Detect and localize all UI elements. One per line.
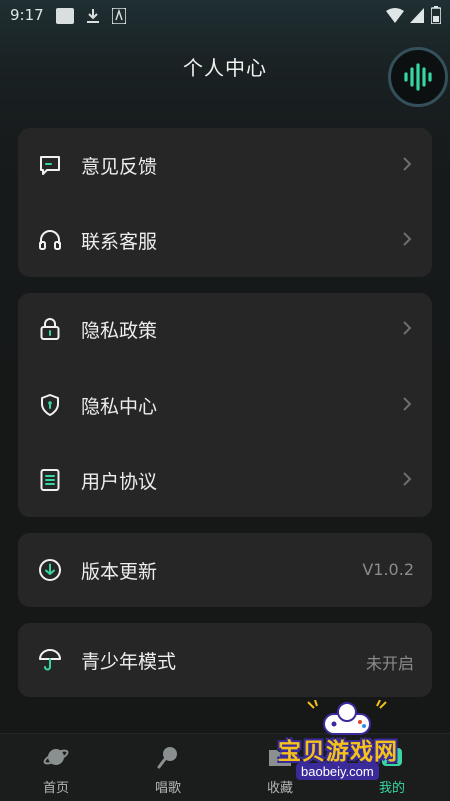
tab-sing[interactable]: 唱歌 bbox=[112, 734, 224, 801]
privacy-center-row[interactable]: 隐私中心 bbox=[18, 369, 432, 441]
youth-mode-status: 未开启 bbox=[365, 654, 414, 673]
chevron-right-icon bbox=[403, 232, 412, 246]
tab-home[interactable]: 首页 bbox=[0, 734, 112, 801]
music-player-button[interactable] bbox=[388, 47, 448, 107]
feedback-label: 意见反馈 bbox=[81, 156, 158, 178]
download-circle-icon bbox=[39, 559, 61, 581]
sound-wave-icon bbox=[404, 63, 432, 91]
privacy-center-label: 隐私中心 bbox=[81, 396, 158, 418]
planet-icon bbox=[43, 749, 69, 765]
status-time: 9:17 bbox=[10, 6, 44, 24]
chevron-right-icon bbox=[403, 397, 412, 411]
download-icon bbox=[87, 9, 99, 23]
customer-service-row[interactable]: 联系客服 bbox=[18, 204, 432, 276]
version-card: 版本更新 V1.0.2 bbox=[18, 533, 432, 607]
shield-icon bbox=[41, 394, 59, 416]
version-update-row[interactable]: 版本更新 V1.0.2 bbox=[18, 534, 432, 606]
microphone-icon bbox=[157, 747, 177, 769]
page-title: 个人中心 bbox=[183, 56, 267, 80]
message-square-icon bbox=[40, 156, 60, 175]
version-value: V1.0.2 bbox=[362, 560, 414, 579]
tab-sing-label: 唱歌 bbox=[154, 781, 181, 796]
chevron-right-icon bbox=[403, 472, 412, 486]
signal-icon bbox=[410, 8, 424, 23]
privacy-policy-row[interactable]: 隐私政策 bbox=[18, 293, 432, 365]
watermark-text: 宝贝游戏网 bbox=[278, 739, 398, 765]
lock-icon bbox=[40, 318, 60, 340]
support-card: 意见反馈 联系客服 bbox=[18, 128, 432, 277]
chevron-right-icon bbox=[403, 321, 412, 335]
notification-font-icon bbox=[112, 8, 126, 24]
headphones-icon bbox=[39, 230, 61, 250]
status-bar: 9:17 bbox=[0, 0, 450, 32]
privacy-policy-label: 隐私政策 bbox=[81, 320, 158, 342]
document-icon bbox=[40, 469, 60, 491]
user-agreement-label: 用户协议 bbox=[81, 471, 158, 493]
umbrella-icon bbox=[39, 649, 61, 671]
youth-mode-row[interactable]: 青少年模式 未开启 bbox=[18, 624, 432, 696]
chevron-right-icon bbox=[403, 157, 412, 171]
watermark-logo: 宝贝游戏网 baobeiy.com bbox=[262, 700, 432, 786]
tab-home-label: 首页 bbox=[42, 781, 69, 796]
customer-service-label: 联系客服 bbox=[81, 231, 158, 253]
version-update-label: 版本更新 bbox=[81, 561, 158, 583]
privacy-card: 隐私政策 隐私中心 用户协议 bbox=[18, 293, 432, 517]
wifi-icon bbox=[386, 8, 404, 23]
youth-mode-label: 青少年模式 bbox=[81, 651, 177, 673]
notification-app-icon bbox=[56, 8, 74, 24]
watermark-url: baobeiy.com bbox=[296, 763, 379, 780]
user-agreement-row[interactable]: 用户协议 bbox=[18, 444, 432, 516]
feedback-row[interactable]: 意见反馈 bbox=[18, 129, 432, 201]
battery-icon bbox=[431, 6, 441, 24]
youth-mode-card: 青少年模式 未开启 bbox=[18, 623, 432, 697]
